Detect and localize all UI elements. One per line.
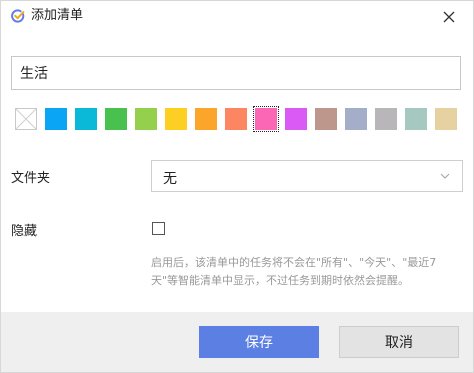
color-swatch-salmon[interactable] <box>225 108 247 130</box>
hidden-checkbox[interactable] <box>152 222 165 235</box>
app-check-icon <box>11 9 25 23</box>
color-swatch-purple[interactable] <box>285 108 307 130</box>
color-swatch-brown[interactable] <box>315 108 337 130</box>
folder-select[interactable]: 无 <box>151 160 463 192</box>
add-list-dialog: 添加清单 文件夹 无 隐藏 启用后，该清单中的任务将不会在"所有"、"今天"、"… <box>0 0 474 373</box>
cancel-button[interactable]: 取消 <box>339 326 459 358</box>
chevron-down-icon <box>440 173 450 179</box>
color-swatch-sage[interactable] <box>405 108 427 130</box>
color-swatch-orange[interactable] <box>195 108 217 130</box>
color-swatch-gray[interactable] <box>375 108 397 130</box>
dialog-footer: 保存 取消 <box>1 312 473 372</box>
hidden-hint-text: 启用后，该清单中的任务将不会在"所有"、"今天"、"最近7天"等智能清单中显示，… <box>151 256 437 287</box>
color-picker <box>15 106 465 132</box>
folder-select-value: 无 <box>163 171 177 187</box>
folder-label: 文件夹 <box>11 171 51 186</box>
color-swatch-light-green[interactable] <box>135 108 157 130</box>
no-color-icon <box>16 109 36 129</box>
color-swatch-pink[interactable] <box>253 106 279 132</box>
hidden-label: 隐藏 <box>11 224 38 239</box>
color-swatch-yellow[interactable] <box>165 108 187 130</box>
title-bar: 添加清单 <box>1 1 473 33</box>
dialog-title: 添加清单 <box>31 8 84 23</box>
color-swatch-none[interactable] <box>15 108 37 130</box>
color-swatch-slate[interactable] <box>345 108 367 130</box>
color-swatch-sand[interactable] <box>435 108 457 130</box>
close-button[interactable] <box>439 7 459 27</box>
color-swatch-green[interactable] <box>105 108 127 130</box>
color-swatch-blue[interactable] <box>45 108 67 130</box>
list-name-input[interactable] <box>11 56 461 90</box>
color-swatch-cyan[interactable] <box>75 108 97 130</box>
close-icon <box>443 11 455 23</box>
save-button[interactable]: 保存 <box>199 326 319 358</box>
